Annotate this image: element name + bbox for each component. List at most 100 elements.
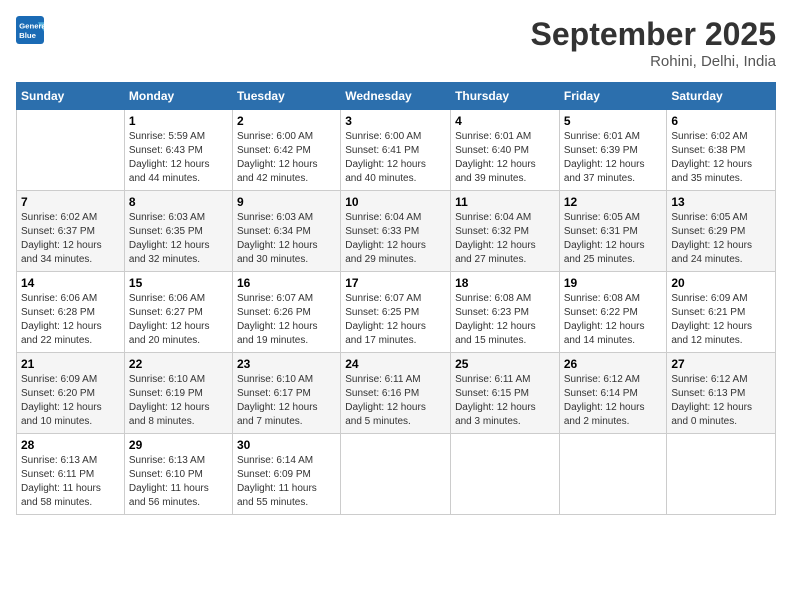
- day-info: Sunrise: 6:04 AM Sunset: 6:32 PM Dayligh…: [455, 211, 555, 267]
- day-number: 8: [129, 195, 228, 209]
- day-info: Sunrise: 6:12 AM Sunset: 6:13 PM Dayligh…: [671, 373, 771, 429]
- page-header: General Blue September 2025 Rohini, Delh…: [16, 16, 776, 70]
- day-number: 26: [564, 357, 663, 371]
- day-info: Sunrise: 6:05 AM Sunset: 6:29 PM Dayligh…: [671, 211, 771, 267]
- day-info: Sunrise: 6:02 AM Sunset: 6:37 PM Dayligh…: [21, 211, 120, 267]
- calendar-cell: 26 Sunrise: 6:12 AM Sunset: 6:14 PM Dayli…: [559, 353, 667, 434]
- day-number: 6: [671, 114, 771, 128]
- day-number: 25: [455, 357, 555, 371]
- svg-text:General: General: [19, 21, 44, 30]
- calendar-cell: [559, 434, 667, 515]
- day-info: Sunrise: 6:02 AM Sunset: 6:38 PM Dayligh…: [671, 130, 771, 186]
- calendar-cell: [341, 434, 451, 515]
- calendar-week-row: 7Sunrise: 6:02 AM Sunset: 6:37 PM Daylig…: [17, 191, 776, 272]
- weekday-header: Monday: [124, 83, 232, 110]
- day-number: 17: [345, 276, 446, 290]
- calendar-cell: 18 Sunrise: 6:08 AM Sunset: 6:23 PM Dayli…: [451, 272, 560, 353]
- weekday-header: Saturday: [667, 83, 776, 110]
- day-number: 5: [564, 114, 663, 128]
- day-info: Sunrise: 6:03 AM Sunset: 6:34 PM Dayligh…: [237, 211, 336, 267]
- calendar-cell: 2Sunrise: 6:00 AM Sunset: 6:42 PM Daylig…: [232, 110, 340, 191]
- calendar-week-row: 1Sunrise: 5:59 AM Sunset: 6:43 PM Daylig…: [17, 110, 776, 191]
- calendar-cell: 14Sunrise: 6:06 AM Sunset: 6:28 PM Dayli…: [17, 272, 125, 353]
- day-number: 15: [129, 276, 228, 290]
- day-number: 3: [345, 114, 446, 128]
- calendar-cell: 19 Sunrise: 6:08 AM Sunset: 6:22 PM Dayli…: [559, 272, 667, 353]
- day-info: Sunrise: 6:11 AM Sunset: 6:16 PM Dayligh…: [345, 373, 446, 429]
- header-row: SundayMondayTuesdayWednesdayThursdayFrid…: [17, 83, 776, 110]
- calendar-cell: 20Sunrise: 6:09 AM Sunset: 6:21 PM Dayli…: [667, 272, 776, 353]
- day-info: Sunrise: 6:12 AM Sunset: 6:14 PM Dayligh…: [564, 373, 663, 429]
- calendar-cell: [451, 434, 560, 515]
- weekday-header: Wednesday: [341, 83, 451, 110]
- day-info: Sunrise: 6:05 AM Sunset: 6:31 PM Dayligh…: [564, 211, 663, 267]
- calendar-cell: 27 Sunrise: 6:12 AM Sunset: 6:13 PM Dayli…: [667, 353, 776, 434]
- day-info: Sunrise: 6:09 AM Sunset: 6:21 PM Dayligh…: [671, 292, 771, 348]
- calendar-cell: 22 Sunrise: 6:10 AM Sunset: 6:19 PM Dayli…: [124, 353, 232, 434]
- day-number: 21: [21, 357, 120, 371]
- day-info: Sunrise: 6:13 AM Sunset: 6:10 PM Dayligh…: [129, 454, 228, 510]
- day-number: 9: [237, 195, 336, 209]
- day-info: Sunrise: 6:03 AM Sunset: 6:35 PM Dayligh…: [129, 211, 228, 267]
- day-info: Sunrise: 6:07 AM Sunset: 6:26 PM Dayligh…: [237, 292, 336, 348]
- calendar-cell: 13 Sunrise: 6:05 AM Sunset: 6:29 PM Dayli…: [667, 191, 776, 272]
- day-number: 13: [671, 195, 771, 209]
- day-info: Sunrise: 6:07 AM Sunset: 6:25 PM Dayligh…: [345, 292, 446, 348]
- calendar-week-row: 14Sunrise: 6:06 AM Sunset: 6:28 PM Dayli…: [17, 272, 776, 353]
- day-info: Sunrise: 5:59 AM Sunset: 6:43 PM Dayligh…: [129, 130, 228, 186]
- calendar-cell: 17 Sunrise: 6:07 AM Sunset: 6:25 PM Dayli…: [341, 272, 451, 353]
- weekday-header: Sunday: [17, 83, 125, 110]
- day-info: Sunrise: 6:06 AM Sunset: 6:28 PM Dayligh…: [21, 292, 120, 348]
- calendar-cell: 3Sunrise: 6:00 AM Sunset: 6:41 PM Daylig…: [341, 110, 451, 191]
- day-number: 12: [564, 195, 663, 209]
- location-title: Rohini, Delhi, India: [531, 53, 776, 70]
- logo-icon: General Blue: [16, 16, 44, 44]
- day-info: Sunrise: 6:11 AM Sunset: 6:15 PM Dayligh…: [455, 373, 555, 429]
- day-info: Sunrise: 6:08 AM Sunset: 6:23 PM Dayligh…: [455, 292, 555, 348]
- weekday-header: Thursday: [451, 83, 560, 110]
- calendar-cell: 5 Sunrise: 6:01 AM Sunset: 6:39 PM Daylig…: [559, 110, 667, 191]
- day-number: 24: [345, 357, 446, 371]
- day-info: Sunrise: 6:00 AM Sunset: 6:42 PM Dayligh…: [237, 130, 336, 186]
- calendar-cell: 7Sunrise: 6:02 AM Sunset: 6:37 PM Daylig…: [17, 191, 125, 272]
- day-number: 22: [129, 357, 228, 371]
- calendar-cell: 1Sunrise: 5:59 AM Sunset: 6:43 PM Daylig…: [124, 110, 232, 191]
- day-info: Sunrise: 6:01 AM Sunset: 6:39 PM Dayligh…: [564, 130, 663, 186]
- calendar-cell: 28Sunrise: 6:13 AM Sunset: 6:11 PM Dayli…: [17, 434, 125, 515]
- month-title: September 2025: [531, 16, 776, 53]
- day-number: 30: [237, 438, 336, 452]
- day-info: Sunrise: 6:10 AM Sunset: 6:17 PM Dayligh…: [237, 373, 336, 429]
- day-number: 28: [21, 438, 120, 452]
- day-info: Sunrise: 6:14 AM Sunset: 6:09 PM Dayligh…: [237, 454, 336, 510]
- calendar-cell: 6 Sunrise: 6:02 AM Sunset: 6:38 PM Daylig…: [667, 110, 776, 191]
- svg-text:Blue: Blue: [19, 31, 37, 40]
- day-number: 19: [564, 276, 663, 290]
- calendar-cell: 15 Sunrise: 6:06 AM Sunset: 6:27 PM Dayli…: [124, 272, 232, 353]
- calendar-cell: 4 Sunrise: 6:01 AM Sunset: 6:40 PM Daylig…: [451, 110, 560, 191]
- day-number: 27: [671, 357, 771, 371]
- day-info: Sunrise: 6:09 AM Sunset: 6:20 PM Dayligh…: [21, 373, 120, 429]
- day-info: Sunrise: 6:01 AM Sunset: 6:40 PM Dayligh…: [455, 130, 555, 186]
- calendar-cell: 12 Sunrise: 6:05 AM Sunset: 6:31 PM Dayli…: [559, 191, 667, 272]
- day-info: Sunrise: 6:06 AM Sunset: 6:27 PM Dayligh…: [129, 292, 228, 348]
- calendar-cell: 16 Sunrise: 6:07 AM Sunset: 6:26 PM Dayli…: [232, 272, 340, 353]
- title-block: September 2025 Rohini, Delhi, India: [531, 16, 776, 70]
- calendar-cell: 10Sunrise: 6:04 AM Sunset: 6:33 PM Dayli…: [341, 191, 451, 272]
- day-info: Sunrise: 6:10 AM Sunset: 6:19 PM Dayligh…: [129, 373, 228, 429]
- calendar-week-row: 28Sunrise: 6:13 AM Sunset: 6:11 PM Dayli…: [17, 434, 776, 515]
- calendar-cell: 24 Sunrise: 6:11 AM Sunset: 6:16 PM Dayli…: [341, 353, 451, 434]
- calendar-cell: [667, 434, 776, 515]
- weekday-header: Friday: [559, 83, 667, 110]
- calendar-cell: 25 Sunrise: 6:11 AM Sunset: 6:15 PM Dayli…: [451, 353, 560, 434]
- calendar-cell: 9 Sunrise: 6:03 AM Sunset: 6:34 PM Daylig…: [232, 191, 340, 272]
- calendar-cell: 30 Sunrise: 6:14 AM Sunset: 6:09 PM Dayli…: [232, 434, 340, 515]
- day-info: Sunrise: 6:08 AM Sunset: 6:22 PM Dayligh…: [564, 292, 663, 348]
- calendar-cell: 21 Sunrise: 6:09 AM Sunset: 6:20 PM Dayli…: [17, 353, 125, 434]
- day-number: 18: [455, 276, 555, 290]
- day-number: 11: [455, 195, 555, 209]
- day-number: 29: [129, 438, 228, 452]
- calendar-cell: [17, 110, 125, 191]
- day-number: 16: [237, 276, 336, 290]
- weekday-header: Tuesday: [232, 83, 340, 110]
- day-number: 4: [455, 114, 555, 128]
